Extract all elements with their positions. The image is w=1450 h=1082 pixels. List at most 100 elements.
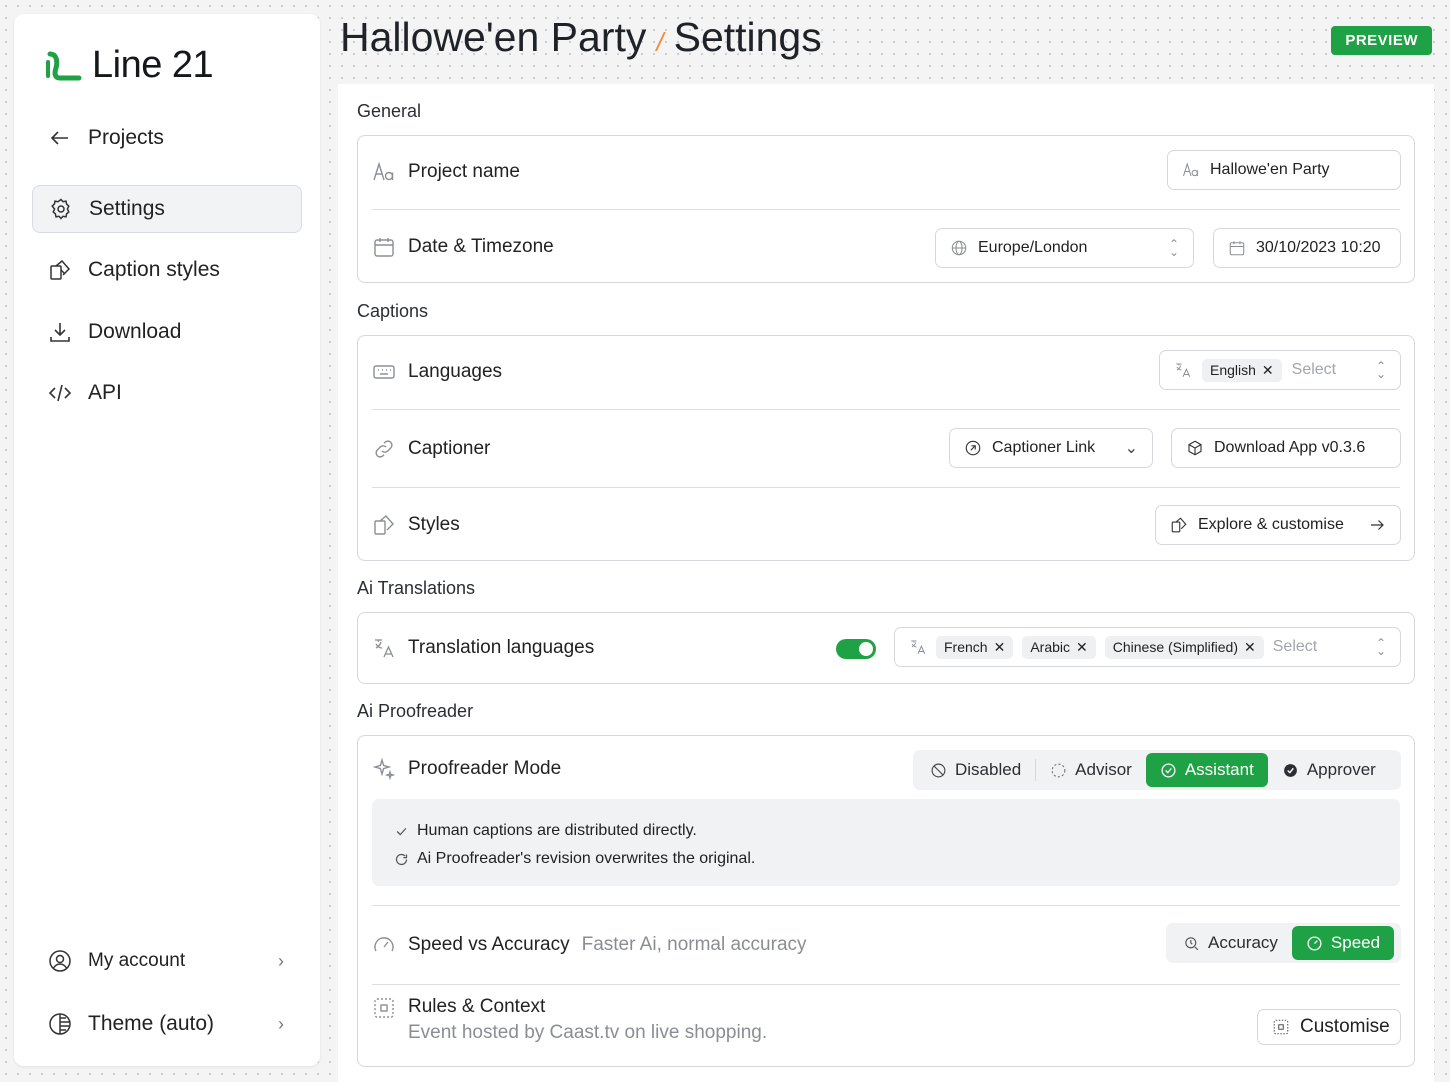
download-app-button[interactable]: Download App v0.3.6 [1171, 428, 1401, 468]
calendar-icon [1229, 241, 1245, 256]
logo[interactable]: Line 21 [46, 44, 214, 87]
arrow-left-icon [50, 131, 68, 145]
speed-accuracy-hint: Faster Ai, normal accuracy [581, 934, 807, 955]
styles-label: Styles [408, 514, 460, 535]
keyboard-icon [373, 365, 395, 379]
dashed-circle-icon [1051, 763, 1066, 777]
styles-icon [374, 515, 394, 535]
text-aa-icon [373, 161, 394, 181]
remove-tag-icon[interactable]: ✕ [1244, 639, 1256, 656]
focus-square-icon [374, 998, 394, 1018]
explore-customise-label: Explore & customise [1198, 516, 1344, 533]
proofreader-mode-label: Proofreader Mode [408, 758, 562, 779]
refresh-icon [395, 853, 408, 865]
app-name: Line 21 [92, 44, 214, 86]
language-tag: French ✕ [936, 635, 1014, 659]
translate-icon [1176, 363, 1191, 377]
remove-tag-icon[interactable]: ✕ [994, 639, 1006, 656]
main-content: Hallowe'en Party / Settings PREVIEW Gene… [338, 0, 1434, 1082]
sidebar-item-download[interactable]: Download [32, 308, 302, 356]
chevron-right-icon: › [278, 1013, 284, 1034]
chevron-down-icon: ⌄ [1124, 440, 1138, 457]
breadcrumb-page: Settings [673, 14, 822, 60]
captioner-link-button[interactable]: Captioner Link ⌄ [949, 428, 1153, 468]
clock-search-icon [1185, 936, 1199, 950]
accuracy-option[interactable]: Accuracy [1169, 926, 1292, 960]
language-tag: Chinese (Simplified) ✕ [1104, 635, 1264, 659]
download-app-label: Download App v0.3.6 [1214, 439, 1366, 456]
datetime-input[interactable]: 30/10/2023 10:20 [1213, 228, 1401, 268]
sidebar-item-label: Download [88, 320, 182, 343]
translate-icon [911, 640, 926, 654]
chevron-updown-icon: ⌃ ⌄ [1375, 636, 1386, 658]
sidebar-item-label: Settings [89, 197, 165, 220]
line21-logo-icon [46, 51, 82, 80]
sidebar-item-api[interactable]: API [32, 369, 302, 417]
translation-languages-label: Translation languages [408, 637, 595, 658]
calendar-icon [374, 238, 394, 257]
section-translations-title: Ai Translations [357, 578, 476, 598]
page-title: Hallowe'en Party / Settings [340, 14, 822, 61]
rules-context-hint: Event hosted by Caast.tv on live shoppin… [408, 1022, 768, 1043]
speed-option[interactable]: Speed [1291, 926, 1395, 960]
breadcrumb-project[interactable]: Hallowe'en Party [340, 14, 646, 61]
captions-card: Languages English ✕ Select ⌃ ⌄ Captioner C… [357, 335, 1415, 561]
language-tag: Arabic ✕ [1022, 635, 1096, 659]
speed-accuracy-segmented: Accuracy Speed [1166, 923, 1401, 963]
sidebar-item-settings[interactable]: Settings [32, 185, 302, 233]
datetime-value: 30/10/2023 10:20 [1256, 239, 1381, 256]
timezone-select[interactable]: Europe/London ⌃ ⌄ [935, 228, 1194, 268]
mode-assistant-option[interactable]: Assistant [1145, 753, 1268, 787]
customise-button[interactable]: Customise [1257, 1009, 1401, 1045]
note-line: Ai Proofreader's revision overwrites the… [417, 850, 756, 867]
translate-icon [375, 639, 394, 658]
breadcrumb-separator: / [656, 27, 664, 57]
sidebar-item-my-account[interactable]: My account › [32, 937, 302, 985]
language-tag: English ✕ [1202, 358, 1282, 382]
check-icon [396, 827, 407, 836]
speed-accuracy-label: Speed vs Accuracy [408, 934, 570, 955]
sidebar-item-label: My account [88, 950, 186, 971]
sidebar-item-projects[interactable]: Projects [32, 114, 302, 162]
settings-panel: General Project name Hallowe'en Party Da… [338, 84, 1434, 1082]
proofreader-mode-segmented: Disabled Advisor Assistant Approver [913, 750, 1401, 790]
mode-approver-option[interactable]: Approver [1268, 753, 1390, 787]
sidebar: Line 21 Projects Settings Caption styles… [14, 14, 320, 1066]
gear-icon [51, 198, 70, 220]
download-icon [50, 323, 70, 342]
translation-toggle[interactable] [836, 639, 876, 659]
mode-disabled-option[interactable]: Disabled [916, 753, 1035, 787]
mode-advisor-option[interactable]: Advisor [1036, 753, 1146, 787]
captioner-link-label: Captioner Link [992, 439, 1096, 456]
project-name-input[interactable]: Hallowe'en Party [1167, 150, 1401, 190]
sidebar-item-label: Projects [88, 126, 164, 149]
translation-languages-select[interactable]: French ✕ Arabic ✕ Chinese (Simplified) ✕ Se… [894, 627, 1401, 667]
sidebar-item-label: API [88, 381, 122, 404]
sidebar-item-caption-styles[interactable]: Caption styles [32, 246, 302, 294]
theme-icon [49, 1013, 71, 1035]
arrow-right-icon [1371, 520, 1384, 530]
chevron-updown-icon: ⌃ ⌄ [1168, 237, 1179, 259]
sparkle-icon [372, 757, 396, 781]
explore-customise-button[interactable]: Explore & customise [1155, 505, 1401, 545]
user-circle-icon [49, 950, 71, 972]
customise-label: Customise [1300, 1016, 1390, 1037]
remove-tag-icon[interactable]: ✕ [1076, 639, 1088, 656]
chevron-right-icon: › [278, 950, 284, 971]
text-aa-icon [1182, 162, 1198, 177]
languages-select[interactable]: English ✕ Select ⌃ ⌄ [1159, 350, 1401, 390]
remove-tag-icon[interactable]: ✕ [1262, 362, 1274, 379]
preview-badge[interactable]: PREVIEW [1331, 26, 1432, 55]
languages-label: Languages [408, 361, 503, 382]
sidebar-item-theme[interactable]: Theme (auto) › [32, 1000, 302, 1048]
note-line: Human captions are distributed directly. [417, 822, 697, 839]
sidebar-item-label: Caption styles [88, 258, 220, 281]
styles-icon [1171, 517, 1187, 533]
date-timezone-label: Date & Timezone [408, 236, 554, 257]
external-link-icon [965, 440, 981, 456]
project-name-label: Project name [408, 161, 520, 182]
translations-card: Translation languages French ✕ Arabic ✕ Ch… [357, 612, 1415, 684]
sidebar-item-label: Theme (auto) [88, 1012, 215, 1035]
timezone-value: Europe/London [978, 239, 1088, 256]
general-card: Project name Hallowe'en Party Date & Tim… [357, 135, 1415, 283]
